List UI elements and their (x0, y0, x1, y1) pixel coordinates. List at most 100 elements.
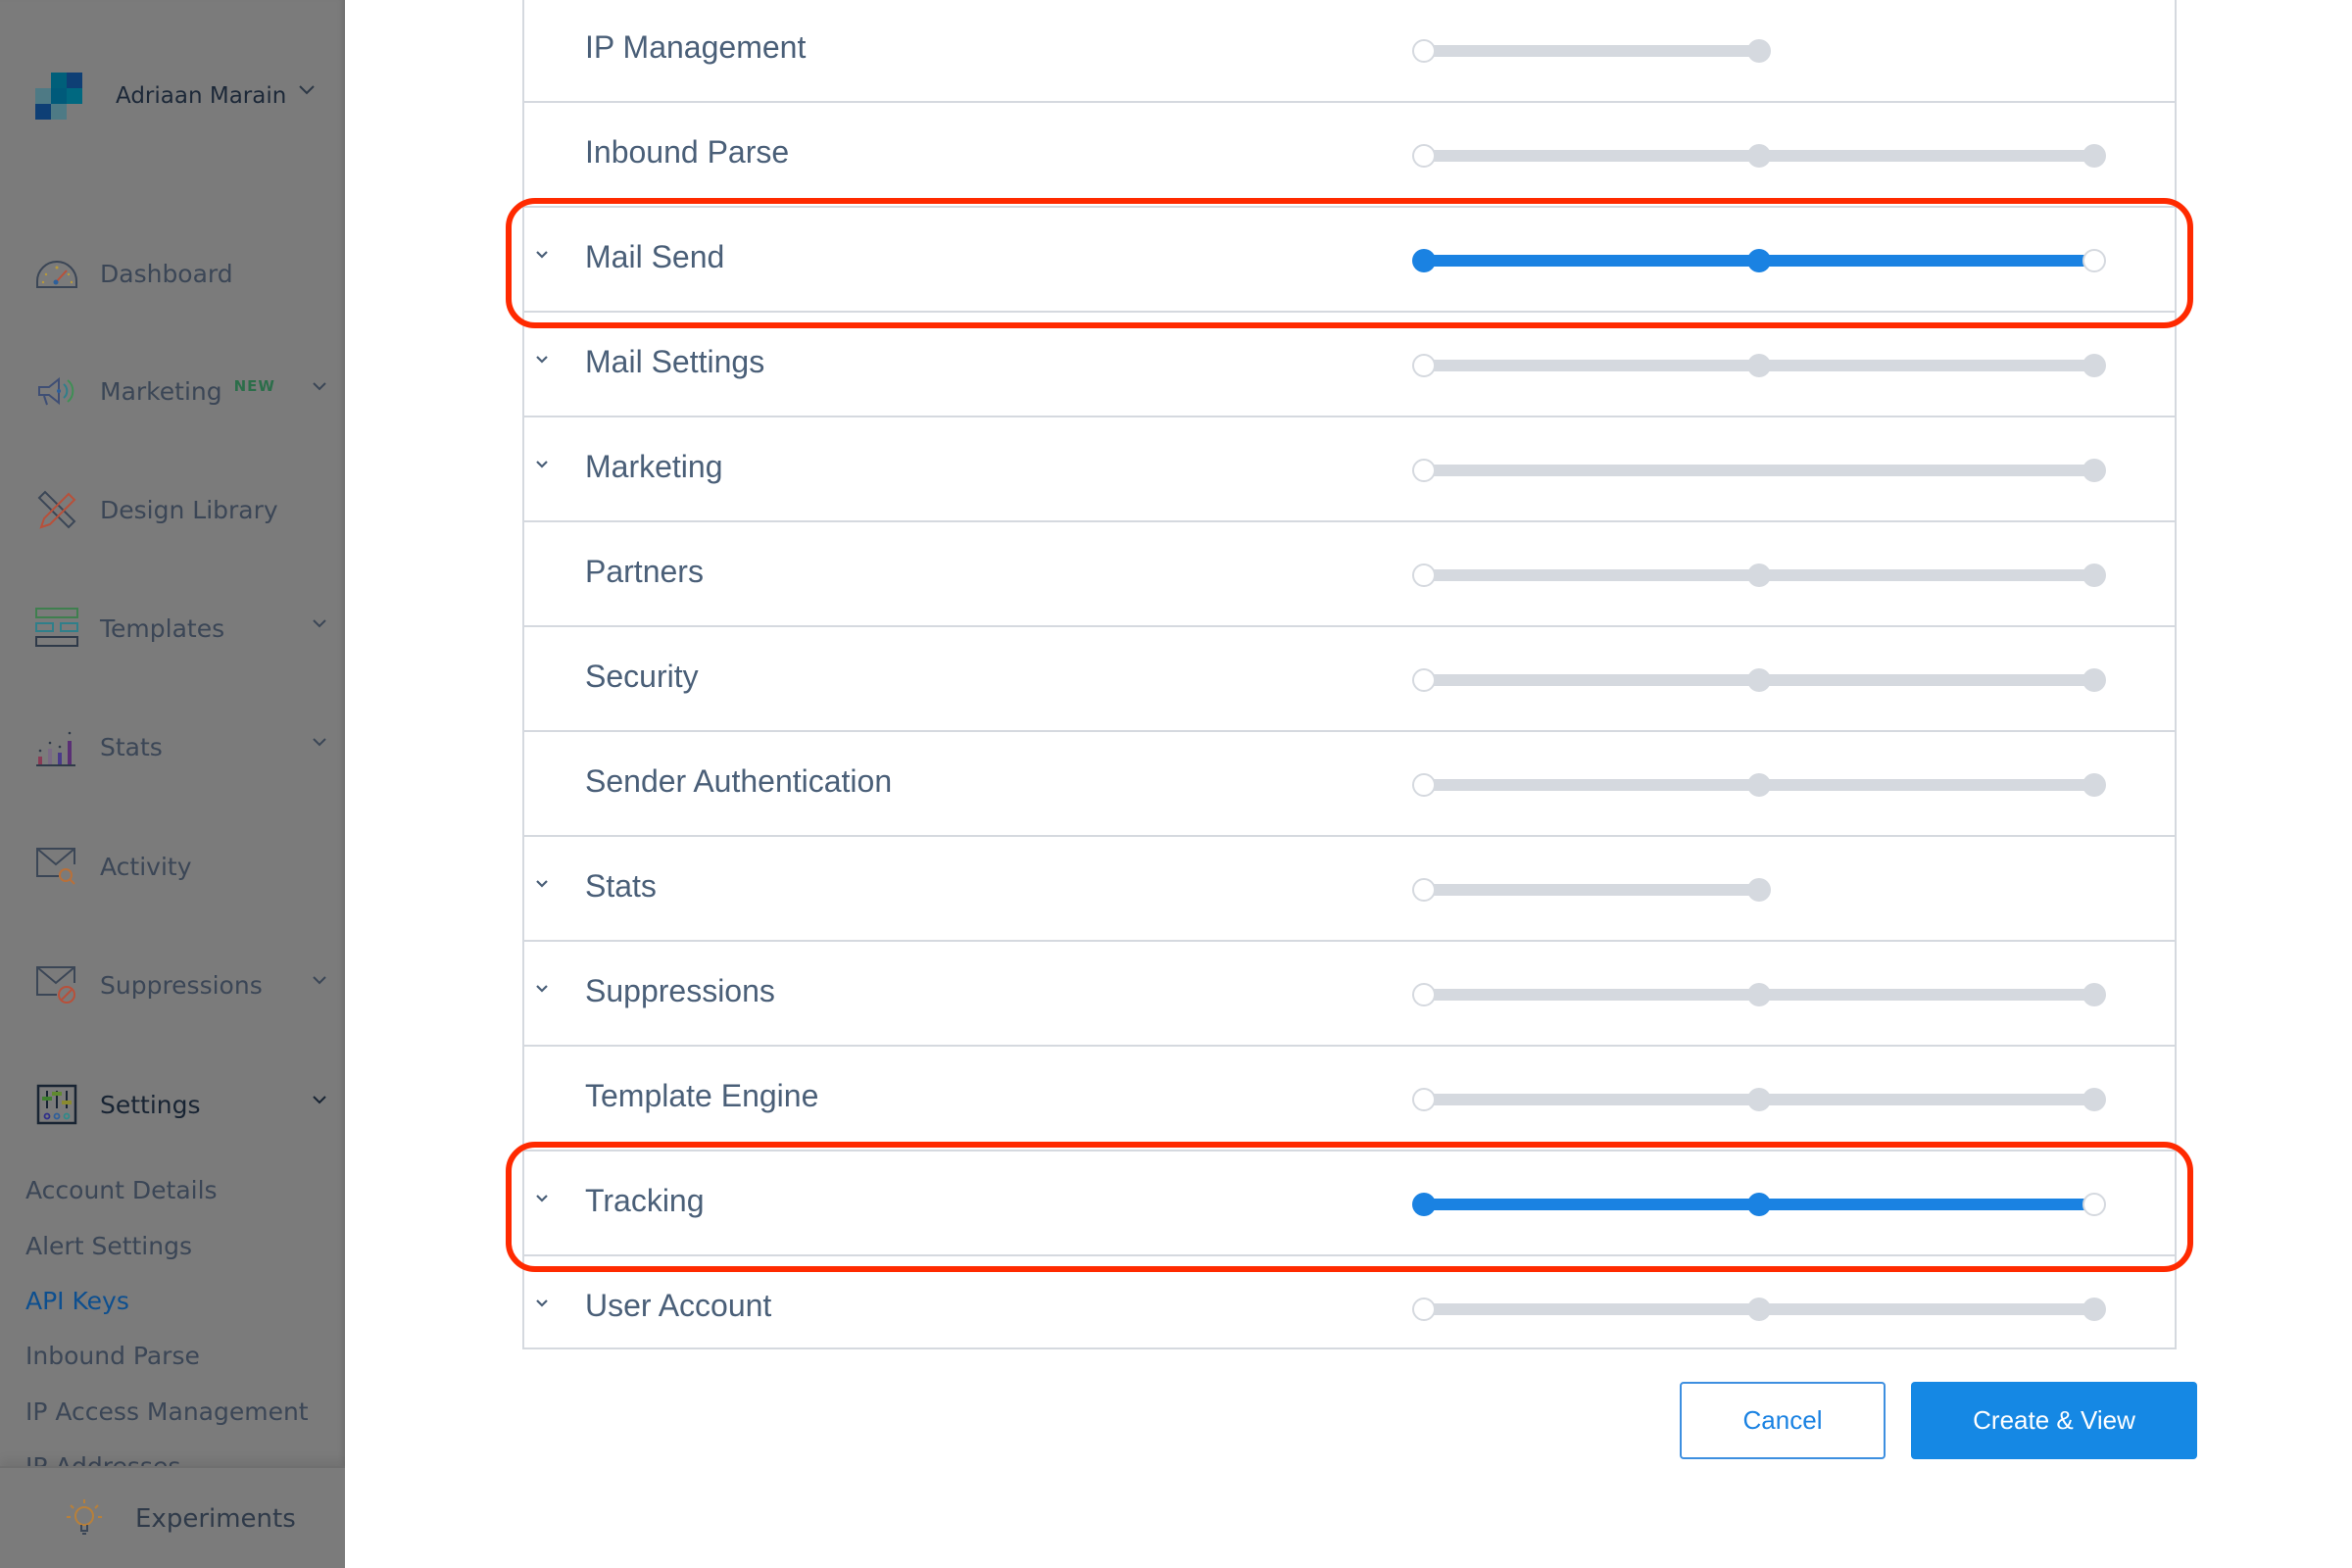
slider-handle[interactable] (1412, 1088, 1436, 1111)
company-logo (35, 73, 82, 120)
account-switcher[interactable]: Adriaan Marain (35, 71, 329, 122)
sidebar-item-design-library[interactable]: Design Library (35, 480, 335, 539)
account-name: Adriaan Marain (116, 83, 287, 109)
permission-label: Inbound Parse (585, 134, 790, 170)
access-level-slider[interactable] (1412, 39, 2130, 63)
permission-row: Mail Send (524, 208, 2175, 313)
access-level-slider[interactable] (1412, 564, 2130, 587)
sidebar-item-label: Stats (100, 732, 163, 761)
slider-track[interactable] (1424, 884, 1759, 896)
slider-stop[interactable] (2082, 144, 2106, 168)
slider-stop[interactable] (1747, 668, 1771, 692)
slider-handle[interactable] (1412, 39, 1436, 63)
slider-stop[interactable] (1747, 39, 1771, 63)
slider-handle[interactable] (1412, 1298, 1436, 1321)
sidebar-item-label: Activity (100, 852, 192, 881)
permission-row: Mail Settings (524, 313, 2175, 417)
create-and-view-button[interactable]: Create & View (1911, 1382, 2197, 1459)
megaphone-icon (38, 376, 74, 406)
sidebar-subitem-account-details[interactable]: Account Details (25, 1176, 218, 1204)
slider-stop[interactable] (1747, 1088, 1771, 1111)
slider-stop[interactable] (2082, 773, 2106, 797)
permission-label: Stats (585, 868, 657, 904)
chevron-down-icon (299, 85, 315, 95)
access-level-slider[interactable] (1412, 668, 2130, 692)
permission-label: Marketing (585, 449, 723, 484)
slider-handle[interactable] (2082, 249, 2106, 272)
slider-stop[interactable] (1747, 144, 1771, 168)
slider-handle[interactable] (1412, 668, 1436, 692)
access-level-slider[interactable] (1412, 144, 2130, 168)
access-level-slider[interactable] (1412, 459, 2130, 482)
expand-chevron-icon[interactable] (534, 249, 550, 261)
access-level-slider[interactable] (1412, 878, 2130, 902)
slider-stop[interactable] (1747, 564, 1771, 587)
expand-chevron-icon[interactable] (534, 983, 550, 995)
slider-handle[interactable] (1412, 564, 1436, 587)
slider-handle[interactable] (1412, 144, 1436, 168)
slider-track[interactable] (1424, 465, 2094, 476)
expand-chevron-icon[interactable] (534, 459, 550, 470)
slider-handle[interactable] (1412, 878, 1436, 902)
slider-handle[interactable] (1412, 354, 1436, 377)
access-level-slider[interactable] (1412, 1088, 2130, 1111)
sidebar-subitem-inbound-parse[interactable]: Inbound Parse (25, 1342, 200, 1370)
permission-label: Mail Settings (585, 344, 765, 379)
sidebar-item-settings[interactable]: Settings (35, 1075, 335, 1134)
sidebar-subitem-alert-settings[interactable]: Alert Settings (25, 1232, 192, 1260)
access-level-slider[interactable] (1412, 354, 2130, 377)
sidebar-subitem-ip-access-management[interactable]: IP Access Management (25, 1397, 309, 1426)
expand-chevron-icon[interactable] (534, 1298, 550, 1309)
sidebar-item-label: Design Library (100, 495, 278, 524)
slider-stop[interactable] (2082, 983, 2106, 1006)
slider-stop[interactable] (1747, 249, 1771, 272)
slider-stop[interactable] (2082, 668, 2106, 692)
expand-chevron-icon[interactable] (534, 878, 550, 890)
experiments-button[interactable]: Experiments (0, 1466, 345, 1568)
permission-label: Mail Send (585, 239, 725, 274)
slider-stop[interactable] (1412, 249, 1436, 272)
sidebar-subitem-api-keys[interactable]: API Keys (25, 1287, 129, 1315)
sidebar-item-dashboard[interactable]: Dashboard (35, 244, 335, 303)
slider-track[interactable] (1424, 45, 1759, 57)
access-level-slider[interactable] (1412, 249, 2130, 272)
access-level-slider[interactable] (1412, 983, 2130, 1006)
permission-label: IP Management (585, 29, 807, 65)
chevron-down-icon (313, 1096, 326, 1104)
cancel-button[interactable]: Cancel (1680, 1382, 1886, 1459)
access-level-slider[interactable] (1412, 1193, 2130, 1216)
sidebar-item-label: Dashboard (100, 259, 233, 288)
permission-row: Marketing (524, 417, 2175, 522)
slider-stop[interactable] (2082, 459, 2106, 482)
slider-stop[interactable] (1747, 1193, 1771, 1216)
api-key-permissions-list: IP Management Inbound Parse Mail Send Mail … (522, 0, 2177, 1349)
expand-chevron-icon[interactable] (534, 354, 550, 366)
slider-handle[interactable] (2082, 1193, 2106, 1216)
sidebar-item-label: Settings (100, 1090, 201, 1119)
slider-stop[interactable] (1747, 983, 1771, 1006)
slider-stop[interactable] (1412, 1193, 1436, 1216)
slider-handle[interactable] (1412, 773, 1436, 797)
sidebar-item-suppressions[interactable]: Suppressions (35, 956, 335, 1014)
slider-handle[interactable] (1412, 459, 1436, 482)
permission-row: User Account (524, 1256, 2175, 1361)
slider-stop[interactable] (1747, 1298, 1771, 1321)
envelope-search-icon (36, 848, 75, 885)
slider-stop[interactable] (1747, 354, 1771, 377)
sidebar-item-marketing[interactable]: Marketing NEW (35, 362, 335, 420)
sidebar-item-activity[interactable]: Activity (35, 837, 335, 896)
slider-stop[interactable] (1747, 878, 1771, 902)
slider-handle[interactable] (1412, 983, 1436, 1006)
slider-stop[interactable] (2082, 564, 2106, 587)
slider-stop[interactable] (2082, 1088, 2106, 1111)
access-level-slider[interactable] (1412, 1298, 2130, 1321)
expand-chevron-icon[interactable] (534, 1193, 550, 1204)
access-level-slider[interactable] (1412, 773, 2130, 797)
slider-stop[interactable] (1747, 773, 1771, 797)
slider-stop[interactable] (2082, 354, 2106, 377)
templates-layout-icon (35, 608, 78, 647)
permission-row: IP Management (524, 0, 2175, 103)
slider-stop[interactable] (2082, 1298, 2106, 1321)
sidebar-item-templates[interactable]: Templates (35, 599, 335, 658)
sidebar-item-stats[interactable]: Stats (35, 717, 335, 776)
